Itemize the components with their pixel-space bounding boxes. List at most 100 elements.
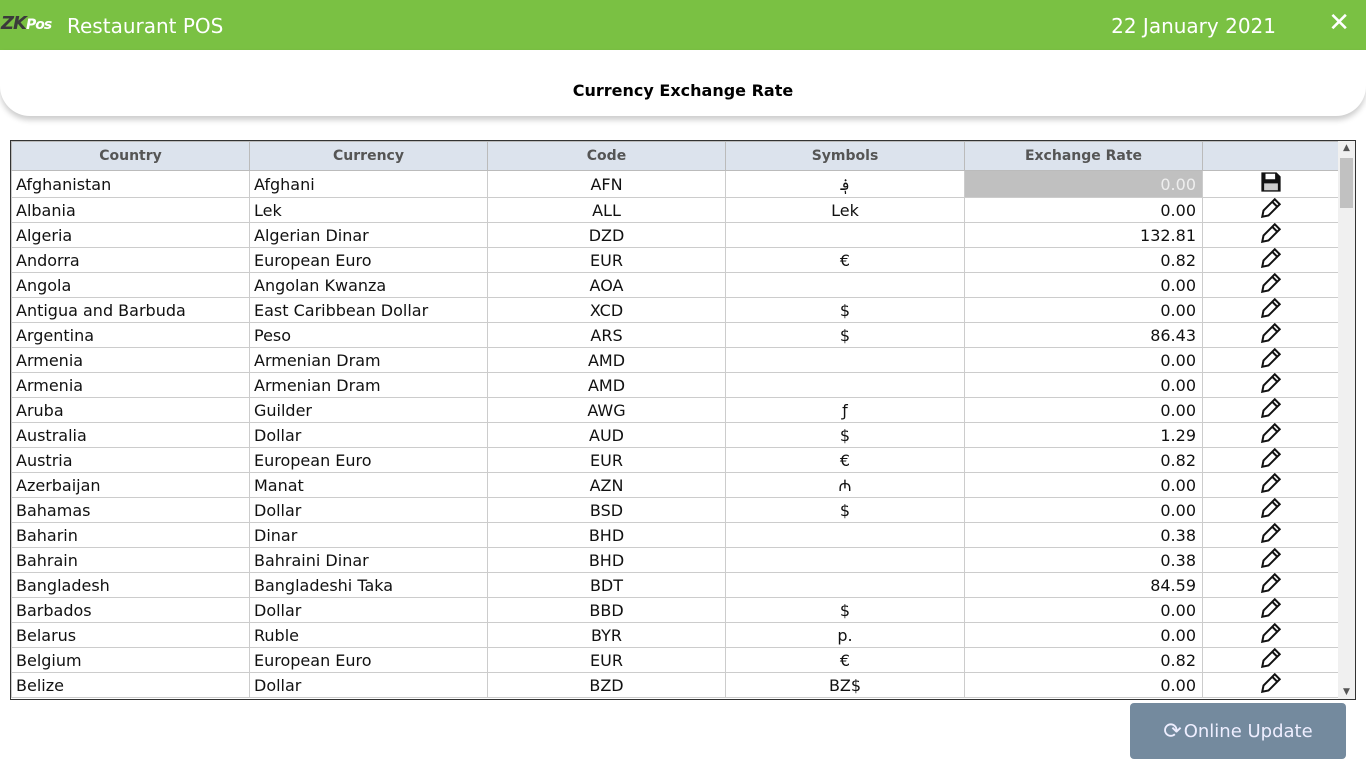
scroll-down-icon[interactable]: ▼ xyxy=(1338,687,1355,697)
column-header[interactable]: Country xyxy=(11,141,250,171)
edit-icon[interactable] xyxy=(1202,572,1339,598)
table-row[interactable]: Belarus Ruble BYR p. 0.00 xyxy=(11,622,1339,648)
code-cell: AOA xyxy=(487,272,726,298)
table-row[interactable]: Austria European Euro EUR €0.82 xyxy=(11,447,1339,473)
scrollbar-thumb[interactable] xyxy=(1340,158,1353,208)
exchange-rate-cell[interactable]: 84.59 xyxy=(964,572,1203,598)
column-header[interactable] xyxy=(1202,141,1339,171)
exchange-rate-cell[interactable]: 0.00 xyxy=(964,497,1203,523)
edit-icon[interactable] xyxy=(1202,497,1339,523)
exchange-rate-cell[interactable]: 1.29 xyxy=(964,422,1203,448)
table-row[interactable]: Afghanistan Afghani AFN ؋ 0.00 xyxy=(11,170,1339,198)
edit-icon[interactable] xyxy=(1202,622,1339,648)
save-icon[interactable] xyxy=(1202,170,1339,198)
exchange-rate-cell[interactable]: 0.00 xyxy=(964,347,1203,373)
edit-icon[interactable] xyxy=(1202,447,1339,473)
symbol-cell xyxy=(725,522,965,548)
symbol-cell: Lek xyxy=(725,197,965,223)
country-cell: Algeria xyxy=(11,222,250,248)
code-cell: EUR xyxy=(487,247,726,273)
table-row[interactable]: Algeria Algerian Dinar DZD 132.81 xyxy=(11,222,1339,248)
table-row[interactable]: Australia Dollar AUD $1.29 xyxy=(11,422,1339,448)
edit-icon[interactable] xyxy=(1202,397,1339,423)
currency-cell: European Euro xyxy=(249,447,488,473)
code-cell: DZD xyxy=(487,222,726,248)
country-cell: Australia xyxy=(11,422,250,448)
edit-icon[interactable] xyxy=(1202,547,1339,573)
page-title: Currency Exchange Rate xyxy=(572,81,794,100)
vertical-scrollbar[interactable]: ▲ ▼ xyxy=(1338,141,1355,699)
scroll-up-icon[interactable]: ▲ xyxy=(1338,143,1355,153)
exchange-rate-cell[interactable]: 132.81 xyxy=(964,222,1203,248)
edit-icon[interactable] xyxy=(1202,522,1339,548)
edit-icon[interactable] xyxy=(1202,422,1339,448)
symbol-cell: $ xyxy=(725,322,965,348)
online-update-button[interactable]: ⟳ Online Update xyxy=(1130,703,1346,759)
edit-icon[interactable] xyxy=(1202,372,1339,398)
table-row[interactable]: Barbados Dollar BBD $0.00 xyxy=(11,597,1339,623)
exchange-rate-cell[interactable]: 0.82 xyxy=(964,447,1203,473)
symbol-cell xyxy=(725,272,965,298)
table-row[interactable]: Antigua and Barbuda East Caribbean Dollar… xyxy=(11,297,1339,323)
edit-icon[interactable] xyxy=(1202,647,1339,673)
country-cell: Bahamas xyxy=(11,497,250,523)
exchange-rate-cell[interactable]: 0.00 xyxy=(964,472,1203,498)
column-header[interactable]: Symbols xyxy=(725,141,965,171)
edit-icon[interactable] xyxy=(1202,297,1339,323)
edit-icon[interactable] xyxy=(1202,222,1339,248)
country-cell: Armenia xyxy=(11,372,250,398)
column-header[interactable]: Exchange Rate xyxy=(964,141,1203,171)
edit-icon[interactable] xyxy=(1202,672,1339,698)
edit-icon[interactable] xyxy=(1202,597,1339,623)
edit-icon[interactable] xyxy=(1202,247,1339,273)
exchange-rate-cell[interactable]: 0.00 xyxy=(964,597,1203,623)
table-row[interactable]: Armenia Armenian Dram AMD 0.00 xyxy=(11,347,1339,373)
symbol-cell: p. xyxy=(725,622,965,648)
currency-cell: Peso xyxy=(249,322,488,348)
exchange-rate-cell[interactable]: 0.00 xyxy=(964,297,1203,323)
edit-icon[interactable] xyxy=(1202,197,1339,223)
currency-cell: Lek xyxy=(249,197,488,223)
table-row[interactable]: Argentina Peso ARS $86.43 xyxy=(11,322,1339,348)
table-row[interactable]: Bahamas Dollar BSD $0.00 xyxy=(11,497,1339,523)
column-header[interactable]: Currency xyxy=(249,141,488,171)
exchange-rate-cell[interactable]: 0.00 xyxy=(964,622,1203,648)
table-row[interactable]: Azerbaijan Manat AZN ₼ 0.00 xyxy=(11,472,1339,498)
table-row[interactable]: Bangladesh Bangladeshi Taka BDT 84.59 xyxy=(11,572,1339,598)
table-row[interactable]: Aruba Guilder AWG ƒ 0.00 xyxy=(11,397,1339,423)
exchange-rate-cell[interactable]: 0.00 xyxy=(964,372,1203,398)
table-row[interactable]: Belize Dollar BZD BZ$ 0.00 xyxy=(11,672,1339,698)
edit-icon[interactable] xyxy=(1202,472,1339,498)
exchange-rate-cell[interactable]: 0.00 xyxy=(964,672,1203,698)
exchange-rate-cell[interactable]: 0.00 xyxy=(964,197,1203,223)
edit-icon[interactable] xyxy=(1202,272,1339,298)
currency-cell: Angolan Kwanza xyxy=(249,272,488,298)
exchange-rate-cell[interactable]: 0.38 xyxy=(964,547,1203,573)
code-cell: BBD xyxy=(487,597,726,623)
table-row[interactable]: Armenia Armenian Dram AMD 0.00 xyxy=(11,372,1339,398)
code-cell: AMD xyxy=(487,372,726,398)
table-row[interactable]: Belgium European Euro EUR €0.82 xyxy=(11,647,1339,673)
exchange-rate-cell[interactable]: 0.00 xyxy=(964,170,1203,198)
currency-cell: Dollar xyxy=(249,597,488,623)
code-cell: BHD xyxy=(487,547,726,573)
currency-cell: Guilder xyxy=(249,397,488,423)
exchange-rate-cell[interactable]: 0.38 xyxy=(964,522,1203,548)
currency-cell: Ruble xyxy=(249,622,488,648)
symbol-cell xyxy=(725,372,965,398)
exchange-rate-cell[interactable]: 0.82 xyxy=(964,647,1203,673)
table-row[interactable]: Angola Angolan Kwanza AOA 0.00 xyxy=(11,272,1339,298)
close-icon[interactable]: ✕ xyxy=(1328,10,1350,36)
code-cell: ALL xyxy=(487,197,726,223)
table-row[interactable]: Andorra European Euro EUR €0.82 xyxy=(11,247,1339,273)
edit-icon[interactable] xyxy=(1202,347,1339,373)
table-row[interactable]: Albania Lek ALL Lek 0.00 xyxy=(11,197,1339,223)
exchange-rate-cell[interactable]: 0.00 xyxy=(964,397,1203,423)
exchange-rate-cell[interactable]: 0.00 xyxy=(964,272,1203,298)
table-row[interactable]: Bahrain Bahraini Dinar BHD 0.38 xyxy=(11,547,1339,573)
exchange-rate-cell[interactable]: 0.82 xyxy=(964,247,1203,273)
exchange-rate-cell[interactable]: 86.43 xyxy=(964,322,1203,348)
edit-icon[interactable] xyxy=(1202,322,1339,348)
table-row[interactable]: Baharin Dinar BHD 0.38 xyxy=(11,522,1339,548)
column-header[interactable]: Code xyxy=(487,141,726,171)
